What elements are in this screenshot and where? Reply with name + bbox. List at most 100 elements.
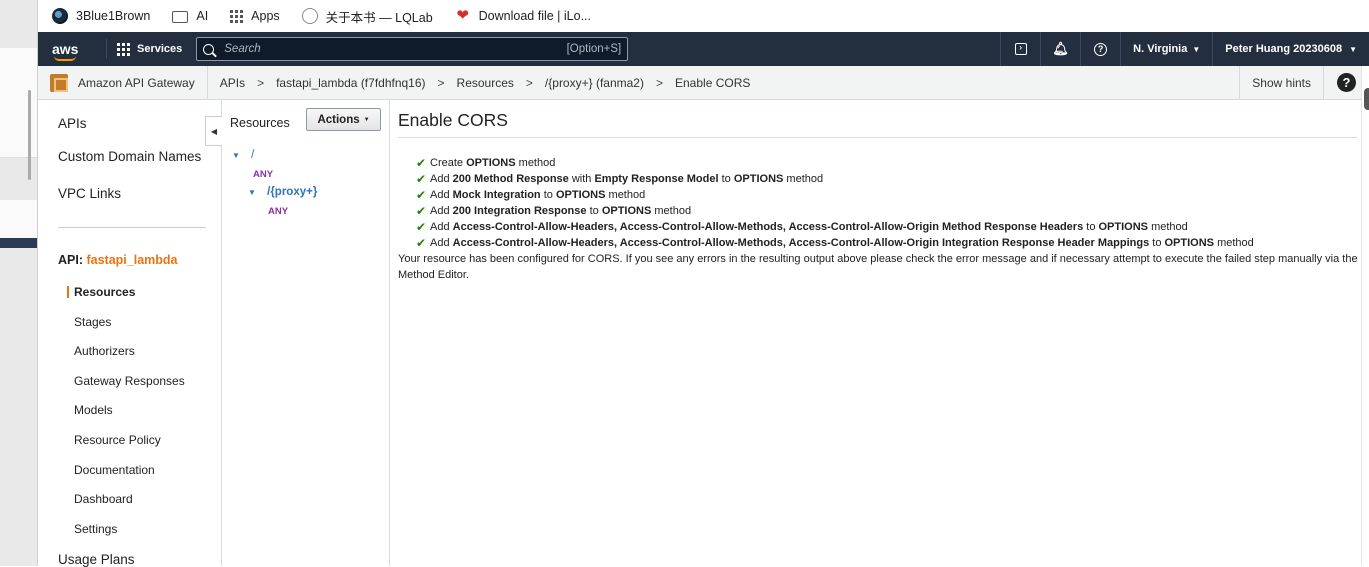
nav-dashboard[interactable]: Dashboard <box>74 492 133 506</box>
resources-panel-title: Resources <box>230 116 290 130</box>
breadcrumb-resources[interactable]: Resources <box>457 76 514 90</box>
expand-triangle-icon[interactable]: ▼ <box>232 151 240 160</box>
tree-method[interactable]: ANY <box>253 168 273 180</box>
aws-top-nav: aws Services Search [Option+S] › 🔔︎ ? N.… <box>38 32 1369 66</box>
actions-dropdown[interactable]: Actions ▼ <box>306 108 381 131</box>
window-edge <box>1361 66 1369 566</box>
cors-step: ✔ Add 200 Method Response with Empty Resp… <box>416 171 1254 187</box>
search-shortcut: [Option+S] <box>566 43 622 55</box>
cors-step: ✔ Add Access-Control-Allow-Headers, Acces… <box>416 219 1254 235</box>
services-menu-button[interactable]: Services <box>106 39 182 59</box>
3blue1brown-icon <box>52 8 68 24</box>
api-gateway-icon <box>50 73 68 92</box>
service-home-link[interactable]: Amazon API Gateway <box>38 65 208 100</box>
bookmark-label: Apps <box>251 9 280 23</box>
bell-icon: 🔔︎ <box>1052 41 1069 56</box>
resource-path[interactable]: /{proxy+} <box>267 186 317 198</box>
bookmark-apps[interactable]: Apps <box>230 9 280 23</box>
checkmark-icon: ✔ <box>416 172 427 186</box>
cors-step-text: Add Mock Integration to OPTIONS method <box>430 189 646 201</box>
cors-step: ✔ Add 200 Integration Response to OPTIONS… <box>416 203 1254 219</box>
notifications-button[interactable]: 🔔︎ <box>1040 32 1080 66</box>
support-button[interactable]: ? <box>1080 32 1120 66</box>
search-placeholder: Search <box>224 43 261 55</box>
cors-step-text: Add 200 Integration Response to OPTIONS … <box>430 205 692 217</box>
active-indicator <box>67 286 69 298</box>
nav-stages[interactable]: Stages <box>74 315 111 329</box>
resource-path[interactable]: / <box>251 149 254 161</box>
checkmark-icon: ✔ <box>416 220 427 234</box>
nav-resource-policy[interactable]: Resource Policy <box>74 433 161 447</box>
breadcrumb-apis[interactable]: APIs <box>220 76 245 90</box>
cors-step-text: Add Access-Control-Allow-Headers, Access… <box>430 237 1254 249</box>
cloudshell-button[interactable]: › <box>1000 32 1040 66</box>
bookmark-label: Download file | iLo... <box>478 9 591 23</box>
bookmark-label: 关于本书 — LQLab <box>325 10 433 25</box>
nav-apis[interactable]: APIs <box>58 116 87 131</box>
api-label: API: fastapi_lambda <box>58 253 178 267</box>
chevron-left-icon: ◀ <box>210 126 218 136</box>
bookmark-label: AI <box>196 9 209 23</box>
cors-step-text: Add 200 Method Response with Empty Respo… <box>430 173 824 185</box>
title-divider <box>398 137 1357 138</box>
account-menu[interactable]: Peter Huang 20230608 ▼ <box>1212 32 1369 66</box>
bookmark-lqlab[interactable]: 关于本书 — LQLab <box>301 7 433 26</box>
services-label: Services <box>137 43 183 55</box>
caret-down-icon: ▼ <box>363 116 370 123</box>
nav-models[interactable]: Models <box>74 403 113 417</box>
nav-vpc-links[interactable]: VPC Links <box>58 186 121 201</box>
breadcrumb-resource[interactable]: /{proxy+} (fanma2) <box>545 76 644 90</box>
api-name[interactable]: fastapi_lambda <box>86 253 177 267</box>
nav-resources[interactable]: Resources <box>74 285 135 299</box>
cors-step-text: Add Access-Control-Allow-Headers, Access… <box>430 221 1188 233</box>
breadcrumb: APIs > fastapi_lambda (f7fdhfnq16) > Res… <box>219 75 751 90</box>
cors-steps-list: ✔ Create OPTIONS method ✔ Add 200 Method Re… <box>416 155 1254 251</box>
caret-down-icon: ▼ <box>1349 44 1357 54</box>
breadcrumb-api[interactable]: fastapi_lambda (f7fdhfnq16) <box>276 76 425 90</box>
apps-grid-icon <box>230 9 244 23</box>
expand-triangle-icon[interactable]: ▼ <box>248 188 256 197</box>
nav-gateway-responses[interactable]: Gateway Responses <box>74 374 185 388</box>
nav-authorizers[interactable]: Authorizers <box>74 344 135 358</box>
checkmark-icon: ✔ <box>416 156 427 170</box>
help-circle-icon: ? <box>1094 42 1108 56</box>
caret-down-icon: ▼ <box>1192 44 1201 54</box>
page-title: Enable CORS <box>398 110 508 130</box>
tree-method[interactable]: ANY <box>268 205 288 217</box>
nav-usage-plans[interactable]: Usage Plans <box>58 552 135 567</box>
nav-settings[interactable]: Settings <box>74 522 117 536</box>
help-icon: ? <box>1337 73 1356 92</box>
cors-step-text: Create OPTIONS method <box>430 157 556 169</box>
cors-summary: Your resource has been configured for CO… <box>398 253 1358 281</box>
bookmark-label: 3Blue1Brown <box>76 9 151 23</box>
region-selector[interactable]: N. Virginia ▼ <box>1120 32 1212 66</box>
search-input[interactable]: Search [Option+S] <box>196 37 629 61</box>
checkmark-icon: ✔ <box>416 236 427 250</box>
collapse-nav-button[interactable]: ◀ <box>205 116 222 146</box>
show-hints-button[interactable]: Show hints <box>1239 65 1323 100</box>
resources-panel: Resources Actions ▼ ▼ / ANY ▼ /{proxy+} … <box>222 100 390 566</box>
cors-step: ✔ Add Mock Integration to OPTIONS method <box>416 187 1254 203</box>
cloudshell-icon: › <box>1014 43 1027 55</box>
bookmark-ai-folder[interactable]: AI <box>172 9 208 23</box>
nav-documentation[interactable]: Documentation <box>74 463 155 477</box>
resource-method[interactable]: ANY <box>253 169 273 180</box>
tree-node-root[interactable]: ▼ / <box>232 149 254 161</box>
background-window-sliver <box>0 0 38 566</box>
breadcrumb-bar: Amazon API Gateway APIs > fastapi_lambda… <box>38 65 1369 100</box>
aws-logo[interactable]: aws <box>52 42 100 61</box>
bookmark-download-file[interactable]: ❤ Download file | iLo... <box>455 8 591 24</box>
service-name: Amazon API Gateway <box>78 75 195 90</box>
left-navigation: APIs Custom Domain Names VPC Links API: … <box>38 100 222 567</box>
breadcrumb-current: Enable CORS <box>675 75 751 90</box>
folder-icon <box>172 11 189 23</box>
tree-node-proxy[interactable]: ▼ /{proxy+} <box>248 186 317 198</box>
resource-method[interactable]: ANY <box>268 206 288 217</box>
services-grid-icon <box>117 42 130 56</box>
search-icon <box>203 43 215 55</box>
cors-step: ✔ Add Access-Control-Allow-Headers, Acces… <box>416 235 1254 251</box>
bookmark-3blue1brown[interactable]: 3Blue1Brown <box>52 8 150 24</box>
bookmarks-bar: 3Blue1Brown AI Apps 关于本书 — LQLab ❤ Downl… <box>38 0 1369 32</box>
nav-custom-domain-names[interactable]: Custom Domain Names <box>58 149 201 164</box>
checkmark-icon: ✔ <box>416 188 427 202</box>
